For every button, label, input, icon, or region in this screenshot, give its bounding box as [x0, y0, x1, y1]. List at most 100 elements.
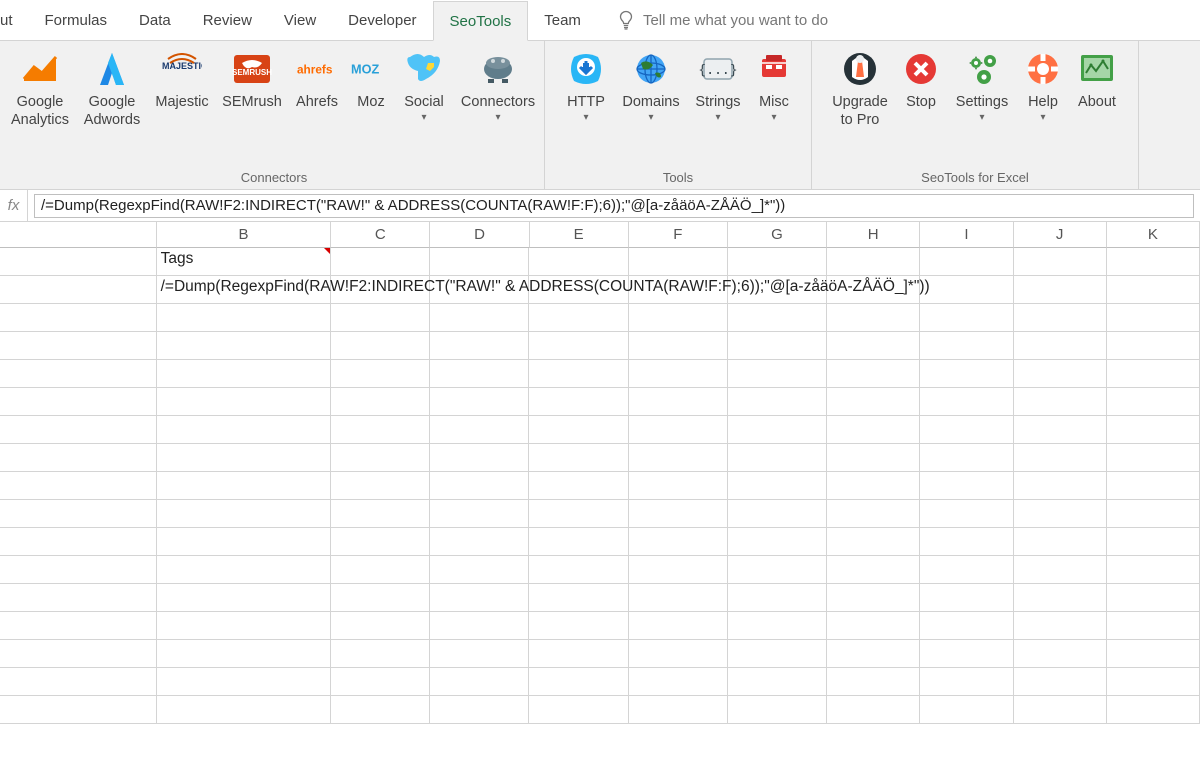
cell-H8[interactable] [827, 444, 920, 472]
help-button[interactable]: Help▾ [1018, 47, 1068, 123]
cell-B16[interactable] [157, 668, 332, 696]
cell-K11[interactable] [1107, 528, 1200, 556]
cell-F4[interactable] [629, 332, 728, 360]
spreadsheet-grid[interactable]: BCDEFGHIJK Tags/=Dump(RegexpFind(RAW!F2:… [0, 222, 1200, 774]
cell-D1[interactable] [430, 248, 529, 276]
cell-C9[interactable] [331, 472, 430, 500]
column-header-D[interactable]: D [430, 222, 529, 248]
cell-E7[interactable] [529, 416, 628, 444]
column-header-I[interactable]: I [920, 222, 1013, 248]
semrush-button[interactable]: SEMRUSHSEMrush [216, 47, 288, 111]
cell-F13[interactable] [629, 584, 728, 612]
cell-G6[interactable] [728, 388, 827, 416]
cell-F9[interactable] [629, 472, 728, 500]
strings-button[interactable]: {...}Strings▾ [687, 47, 749, 123]
cell-H6[interactable] [827, 388, 920, 416]
cell-K2[interactable] [1107, 276, 1200, 304]
cell-F12[interactable] [629, 556, 728, 584]
cell-J3[interactable] [1014, 304, 1107, 332]
cell-G4[interactable] [728, 332, 827, 360]
cell-D3[interactable] [430, 304, 529, 332]
cell-E3[interactable] [529, 304, 628, 332]
cell-B12[interactable] [157, 556, 332, 584]
cell-C15[interactable] [331, 640, 430, 668]
google-analytics-button[interactable]: GoogleAnalytics [4, 47, 76, 129]
cell-I11[interactable] [920, 528, 1013, 556]
cell-H11[interactable] [827, 528, 920, 556]
cell-G13[interactable] [728, 584, 827, 612]
cell-C17[interactable] [331, 696, 430, 724]
cell-J17[interactable] [1014, 696, 1107, 724]
tab-cutoff[interactable]: ut [0, 0, 29, 40]
cell-C7[interactable] [331, 416, 430, 444]
cell-H17[interactable] [827, 696, 920, 724]
row-header[interactable] [0, 360, 157, 388]
cell-J11[interactable] [1014, 528, 1107, 556]
cell-E9[interactable] [529, 472, 628, 500]
domains-button[interactable]: Domains▾ [615, 47, 687, 123]
cell-I13[interactable] [920, 584, 1013, 612]
cell-K4[interactable] [1107, 332, 1200, 360]
cell-G15[interactable] [728, 640, 827, 668]
cell-G7[interactable] [728, 416, 827, 444]
cell-C3[interactable] [331, 304, 430, 332]
cell-C5[interactable] [331, 360, 430, 388]
cell-G1[interactable] [728, 248, 827, 276]
cell-E17[interactable] [529, 696, 628, 724]
cell-F11[interactable] [629, 528, 728, 556]
tab-developer[interactable]: Developer [332, 0, 432, 40]
row-header[interactable] [0, 304, 157, 332]
cell-J2[interactable] [1014, 276, 1107, 304]
cell-F1[interactable] [629, 248, 728, 276]
cell-E5[interactable] [529, 360, 628, 388]
cell-J9[interactable] [1014, 472, 1107, 500]
cell-D15[interactable] [430, 640, 529, 668]
row-header[interactable] [0, 388, 157, 416]
majestic-button[interactable]: MAJESTICMajestic [148, 47, 216, 111]
cell-B15[interactable] [157, 640, 332, 668]
cell-I8[interactable] [920, 444, 1013, 472]
cell-J5[interactable] [1014, 360, 1107, 388]
cell-H15[interactable] [827, 640, 920, 668]
cell-B8[interactable] [157, 444, 332, 472]
cell-I2[interactable] [920, 276, 1013, 304]
row-header[interactable] [0, 696, 157, 724]
cell-G8[interactable] [728, 444, 827, 472]
cell-D6[interactable] [430, 388, 529, 416]
column-header-C[interactable]: C [331, 222, 430, 248]
cell-K9[interactable] [1107, 472, 1200, 500]
upgrade-button[interactable]: Upgradeto Pro [824, 47, 896, 129]
settings-button[interactable]: Settings▾ [946, 47, 1018, 123]
cell-I3[interactable] [920, 304, 1013, 332]
cell-I10[interactable] [920, 500, 1013, 528]
column-header-G[interactable]: G [728, 222, 827, 248]
cell-K1[interactable] [1107, 248, 1200, 276]
cell-G9[interactable] [728, 472, 827, 500]
row-header[interactable] [0, 584, 157, 612]
cell-I7[interactable] [920, 416, 1013, 444]
cell-H16[interactable] [827, 668, 920, 696]
cell-B2[interactable]: /=Dump(RegexpFind(RAW!F2:INDIRECT("RAW!"… [157, 276, 332, 304]
cell-C14[interactable] [331, 612, 430, 640]
cell-G5[interactable] [728, 360, 827, 388]
cell-E10[interactable] [529, 500, 628, 528]
row-header[interactable] [0, 528, 157, 556]
row-header[interactable] [0, 472, 157, 500]
stop-button[interactable]: Stop [896, 47, 946, 111]
cell-I1[interactable] [920, 248, 1013, 276]
cell-G12[interactable] [728, 556, 827, 584]
tell-me-search[interactable]: Tell me what you want to do [617, 10, 828, 30]
cell-J4[interactable] [1014, 332, 1107, 360]
row-header[interactable] [0, 416, 157, 444]
row-header[interactable] [0, 332, 157, 360]
tab-view[interactable]: View [268, 0, 332, 40]
cell-K12[interactable] [1107, 556, 1200, 584]
cell-J6[interactable] [1014, 388, 1107, 416]
cell-I12[interactable] [920, 556, 1013, 584]
cell-C8[interactable] [331, 444, 430, 472]
moz-button[interactable]: MOZMoz [346, 47, 396, 111]
column-header-E[interactable]: E [530, 222, 629, 248]
ahrefs-button[interactable]: ahrefsAhrefs [288, 47, 346, 111]
column-header-K[interactable]: K [1107, 222, 1200, 248]
cell-C16[interactable] [331, 668, 430, 696]
